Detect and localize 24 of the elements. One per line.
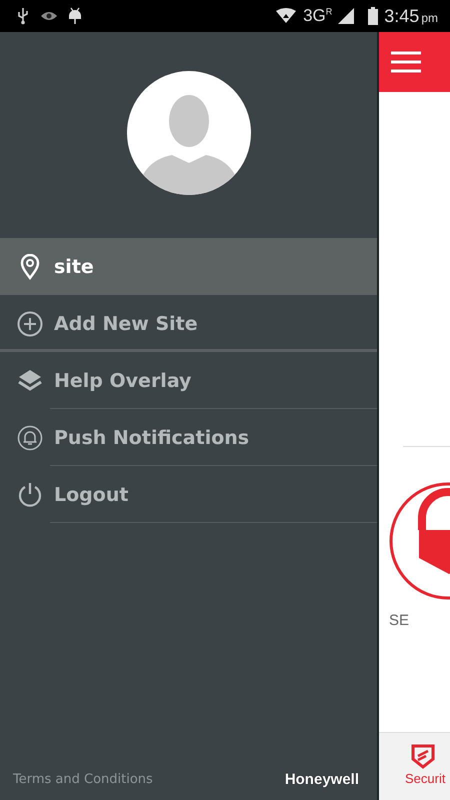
add-circle-icon (17, 310, 43, 336)
location-pin-icon (20, 254, 40, 280)
terms-link[interactable]: Terms and Conditions (13, 772, 153, 787)
network-type: 3G$^{R}$ (303, 6, 332, 26)
menu-item[interactable]: Add New Site (0, 295, 377, 352)
battery-icon (368, 7, 378, 25)
signal-icon (338, 8, 354, 24)
brand-logo: Honeywell (284, 771, 359, 788)
usb-icon (16, 7, 30, 25)
card-label: SE (389, 612, 410, 629)
menu-item[interactable]: Push Notifications (0, 409, 377, 466)
lock-shield-icon (389, 482, 450, 600)
android-icon (68, 7, 82, 25)
menu-item[interactable]: Logout (0, 466, 377, 523)
clock: 3:45 pm (384, 6, 438, 26)
menu-item[interactable]: Help Overlay (0, 352, 377, 409)
eye-icon (40, 10, 58, 22)
power-icon (17, 482, 43, 508)
shield-icon (411, 743, 435, 769)
menu-item[interactable]: site (0, 238, 377, 295)
bell-icon (17, 424, 43, 450)
wifi-icon (275, 8, 298, 24)
menu-icon[interactable] (391, 51, 421, 73)
layers-icon (17, 368, 43, 392)
